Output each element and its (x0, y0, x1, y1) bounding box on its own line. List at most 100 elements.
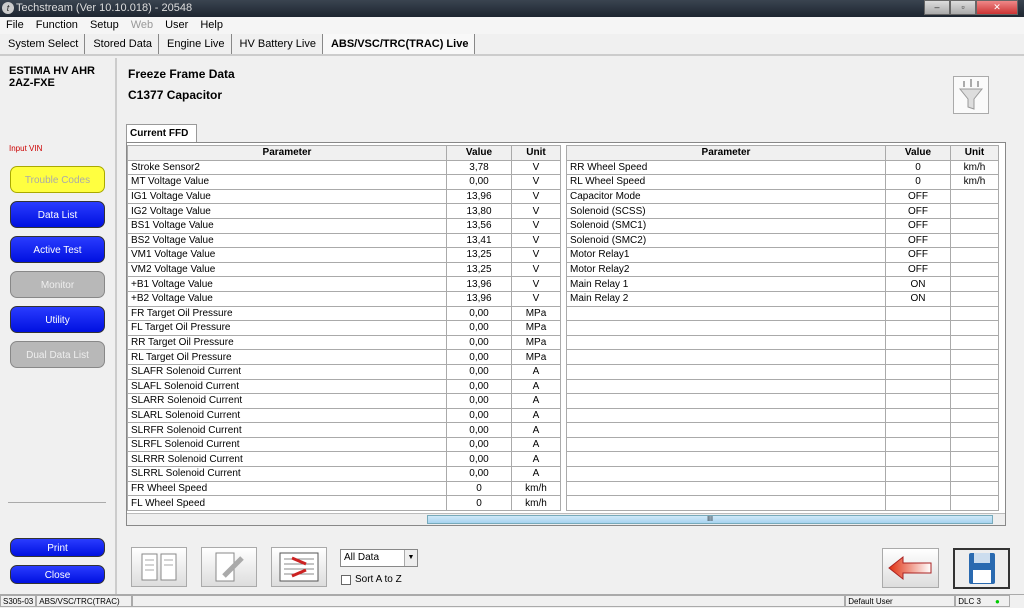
table-row[interactable] (566, 349, 999, 365)
table-row[interactable]: +B1 Voltage Value 13,96 V (127, 276, 561, 292)
menu-setup[interactable]: Setup (90, 19, 119, 34)
tab-abs-live[interactable]: ABS/VSC/TRC(TRAC) Live (322, 34, 476, 54)
table-row[interactable]: SLRFR Solenoid Current 0,00 A (127, 422, 561, 438)
table-row[interactable]: SLARL Solenoid Current 0,00 A (127, 407, 561, 424)
cell-param: RR Target Oil Pressure (127, 334, 447, 351)
table-row[interactable]: +B2 Voltage Value 13,96 V (127, 290, 561, 307)
active-test-button[interactable]: Active Test (10, 236, 105, 263)
cell-value: 0 (446, 495, 512, 511)
table-row[interactable]: RR Wheel Speed 0 km/h (566, 159, 999, 176)
data-filter-select[interactable]: All Data ▼ (340, 549, 418, 567)
table-row[interactable]: MT Voltage Value 0,00 V (127, 174, 561, 190)
table-row[interactable] (566, 495, 999, 511)
minimize-button[interactable]: – (924, 0, 950, 15)
utility-button[interactable]: Utility (10, 306, 105, 333)
tab-engine-live[interactable]: Engine Live (159, 34, 232, 54)
table-row[interactable]: FR Wheel Speed 0 km/h (127, 480, 561, 497)
col-value[interactable]: Value (446, 145, 512, 161)
table-row[interactable]: Solenoid (SMC1) OFF (566, 217, 999, 234)
table-row[interactable]: BS1 Voltage Value 13,56 V (127, 217, 561, 234)
cell-param: FL Target Oil Pressure (127, 320, 447, 336)
print-button[interactable]: Print (10, 538, 105, 557)
table-row[interactable]: FR Target Oil Pressure 0,00 MPa (127, 305, 561, 322)
filter-funnel-button[interactable] (953, 76, 989, 114)
table-row[interactable]: RL Target Oil Pressure 0,00 MPa (127, 349, 561, 365)
menu-web: Web (130, 19, 154, 31)
input-vin-link[interactable]: Input VIN (9, 144, 42, 153)
menu-function[interactable]: Function (36, 19, 78, 34)
table-row[interactable]: VM1 Voltage Value 13,25 V (127, 247, 561, 263)
table-row[interactable]: Motor Relay1 OFF (566, 247, 999, 263)
menu-help[interactable]: Help (200, 19, 223, 34)
table-row[interactable]: SLRRL Solenoid Current 0,00 A (127, 466, 561, 482)
table-row[interactable]: SLAFL Solenoid Current 0,00 A (127, 378, 561, 395)
table-row[interactable]: VM2 Voltage Value 13,25 V (127, 261, 561, 278)
tab-stored-data[interactable]: Stored Data (85, 34, 160, 54)
back-button[interactable] (882, 548, 939, 588)
table-row[interactable]: SLARR Solenoid Current 0,00 A (127, 393, 561, 409)
data-list-button[interactable]: Data List (10, 201, 105, 228)
compare-button[interactable] (131, 547, 187, 587)
cell-unit (950, 349, 999, 365)
table-row[interactable] (566, 363, 999, 380)
menu-user[interactable]: User (165, 19, 188, 34)
table-row[interactable]: SLRFL Solenoid Current 0,00 A (127, 436, 561, 453)
trouble-codes-button[interactable]: Trouble Codes (10, 166, 105, 193)
table-row[interactable] (566, 407, 999, 424)
maximize-button[interactable]: ▫ (950, 0, 976, 15)
cell-unit: km/h (511, 480, 561, 497)
save-button[interactable] (953, 548, 1010, 589)
table-row[interactable]: Stroke Sensor2 3,78 V (127, 159, 561, 176)
table-row[interactable]: Capacitor Mode OFF (566, 188, 999, 205)
table-row[interactable]: IG1 Voltage Value 13,96 V (127, 188, 561, 205)
table-row[interactable]: Solenoid (SCSS) OFF (566, 203, 999, 219)
table-row[interactable]: IG2 Voltage Value 13,80 V (127, 203, 561, 219)
table-row[interactable]: RR Target Oil Pressure 0,00 MPa (127, 334, 561, 351)
menu-bar: File Function Setup Web User Help (0, 17, 1024, 34)
table-row[interactable] (566, 436, 999, 453)
table-row[interactable]: Main Relay 1 ON (566, 276, 999, 292)
cell-unit (950, 232, 999, 249)
table-row[interactable]: BS2 Voltage Value 13,41 V (127, 232, 561, 249)
table-row[interactable] (566, 466, 999, 482)
table-row[interactable] (566, 480, 999, 497)
table-row[interactable]: Motor Relay2 OFF (566, 261, 999, 278)
table-row[interactable]: FL Wheel Speed 0 km/h (127, 495, 561, 511)
cell-value: OFF (885, 203, 951, 219)
col-unit[interactable]: Unit (950, 145, 999, 161)
close-window-button[interactable]: ✕ (976, 0, 1018, 15)
col-parameter[interactable]: Parameter (127, 145, 447, 161)
cell-unit (950, 188, 999, 205)
table-row[interactable] (566, 320, 999, 336)
sort-a-to-z-checkbox[interactable]: Sort A to Z (341, 574, 402, 585)
tab-current-ffd[interactable]: Current FFD (126, 124, 197, 142)
table-row[interactable]: FL Target Oil Pressure 0,00 MPa (127, 320, 561, 336)
table-row[interactable]: SLAFR Solenoid Current 0,00 A (127, 363, 561, 380)
table-row[interactable]: SLRRR Solenoid Current 0,00 A (127, 451, 561, 468)
tab-hv-battery-live[interactable]: HV Battery Live (232, 34, 323, 54)
table-row[interactable] (566, 451, 999, 468)
scroll-thumb[interactable]: III (427, 515, 993, 524)
table-row[interactable]: Main Relay 2 ON (566, 290, 999, 307)
table-row[interactable] (566, 393, 999, 409)
status-system: ABS/VSC/TRC(TRAC) (36, 595, 133, 607)
table-row[interactable] (566, 305, 999, 322)
cell-value: 0 (885, 159, 951, 176)
tab-system-select[interactable]: System Select (0, 34, 86, 54)
table-row[interactable] (566, 334, 999, 351)
swap-button[interactable] (271, 547, 327, 587)
menu-file[interactable]: File (6, 19, 24, 34)
close-button[interactable]: Close (10, 565, 105, 584)
horizontal-scrollbar[interactable]: III (127, 513, 1005, 525)
col-parameter[interactable]: Parameter (566, 145, 886, 161)
table-row[interactable] (566, 378, 999, 395)
table-row[interactable]: Solenoid (SMC2) OFF (566, 232, 999, 249)
table-row[interactable]: RL Wheel Speed 0 km/h (566, 174, 999, 190)
table-row[interactable] (566, 422, 999, 438)
checkbox[interactable] (341, 574, 351, 585)
status-bar: S305-03 ABS/VSC/TRC(TRAC) Default User D… (0, 594, 1024, 608)
edit-button[interactable] (201, 547, 257, 587)
cell-param (566, 495, 886, 511)
col-value[interactable]: Value (885, 145, 951, 161)
col-unit[interactable]: Unit (511, 145, 561, 161)
